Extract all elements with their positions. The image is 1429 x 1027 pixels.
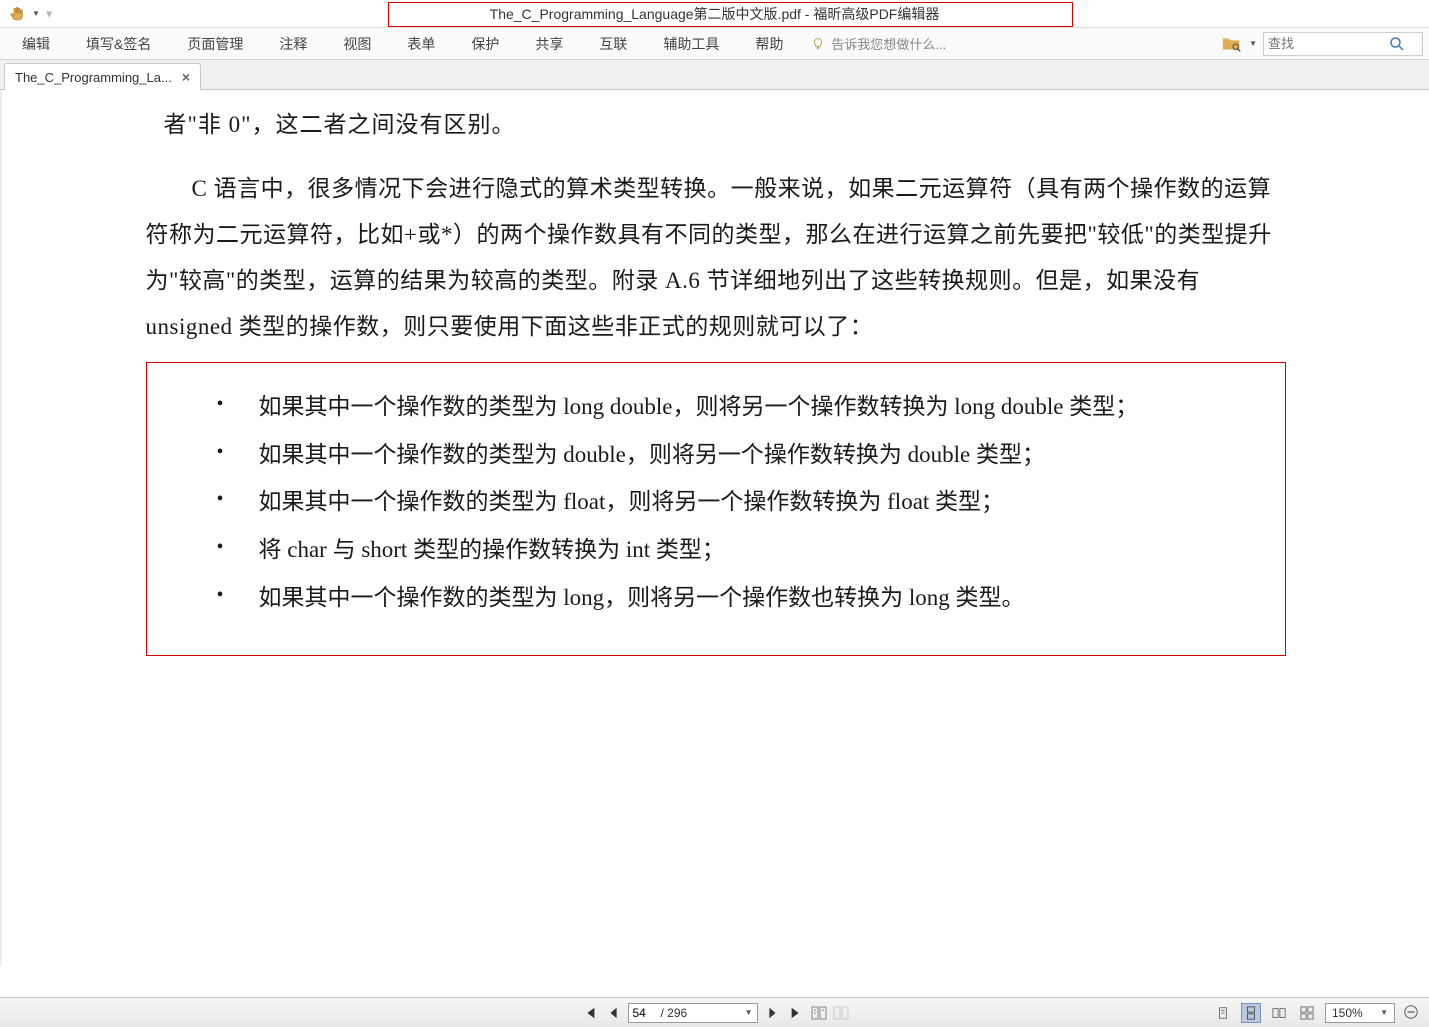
- window-title: The_C_Programming_Language第二版中文版.pdf - 福…: [490, 4, 940, 24]
- menu-protect[interactable]: 保护: [453, 28, 517, 60]
- dropdown-arrow-icon[interactable]: ▼: [1249, 39, 1257, 48]
- single-page-view-button[interactable]: [1213, 1003, 1233, 1023]
- paragraph-body: C 语言中，很多情况下会进行隐式的算术类型转换。一般来说，如果二元运算符（具有两…: [146, 166, 1286, 350]
- tell-me-label: 告诉我您想做什么...: [831, 34, 946, 53]
- continuous-view-button[interactable]: [1241, 1003, 1261, 1023]
- page-layout-icon-1[interactable]: [810, 1004, 828, 1022]
- search-input[interactable]: [1268, 36, 1388, 51]
- next-page-button[interactable]: [762, 1003, 782, 1023]
- dropdown-arrow-icon[interactable]: ▼: [32, 9, 40, 18]
- document-tab[interactable]: The_C_Programming_La... ×: [4, 63, 201, 90]
- page-navigation: / 296 ▼: [580, 1003, 850, 1023]
- menu-fill-sign[interactable]: 填写&签名: [68, 28, 169, 60]
- menu-share[interactable]: 共享: [517, 28, 581, 60]
- folder-search-icon[interactable]: [1221, 34, 1243, 54]
- menu-comment[interactable]: 注释: [261, 28, 325, 60]
- close-icon[interactable]: ×: [182, 69, 190, 85]
- menu-view[interactable]: 视图: [325, 28, 389, 60]
- search-box[interactable]: [1263, 32, 1423, 56]
- status-bar: / 296 ▼ 150% ▼: [0, 997, 1429, 1027]
- rule-item: 如果其中一个操作数的类型为 double，则将另一个操作数转换为 double …: [207, 433, 1255, 477]
- truncated-text-line: 者"非 0"，这二者之间没有区别。: [146, 102, 1286, 148]
- page-layout-icon-2[interactable]: [832, 1004, 850, 1022]
- menu-accessibility[interactable]: 辅助工具: [645, 28, 737, 60]
- last-page-button[interactable]: [786, 1003, 806, 1023]
- rule-item: 如果其中一个操作数的类型为 long double，则将另一个操作数转换为 lo…: [207, 385, 1255, 429]
- tab-label: The_C_Programming_La...: [15, 70, 172, 85]
- first-page-button[interactable]: [580, 1003, 600, 1023]
- prev-page-button[interactable]: [604, 1003, 624, 1023]
- bulb-icon: [811, 37, 825, 51]
- rule-item: 将 char 与 short 类型的操作数转换为 int 类型；: [207, 528, 1255, 572]
- zoom-level-box[interactable]: 150% ▼: [1325, 1003, 1395, 1023]
- zoom-value: 150%: [1332, 1006, 1363, 1020]
- menu-edit[interactable]: 编辑: [4, 28, 68, 60]
- tab-bar: The_C_Programming_La... ×: [0, 60, 1429, 90]
- search-icon[interactable]: [1388, 35, 1406, 53]
- document-viewport[interactable]: 者"非 0"，这二者之间没有区别。 C 语言中，很多情况下会进行隐式的算术类型转…: [0, 90, 1429, 965]
- zoom-out-button[interactable]: [1403, 1004, 1421, 1022]
- page-total-label: / 296: [661, 1006, 688, 1020]
- two-page-view-button[interactable]: [1269, 1003, 1289, 1023]
- hand-tool-icon[interactable]: [8, 5, 26, 23]
- page-number-box[interactable]: / 296 ▼: [628, 1003, 758, 1023]
- menu-help[interactable]: 帮助: [737, 28, 801, 60]
- menu-page-manage[interactable]: 页面管理: [169, 28, 261, 60]
- tell-me-search[interactable]: 告诉我您想做什么...: [801, 30, 956, 57]
- menu-form[interactable]: 表单: [389, 28, 453, 60]
- two-page-continuous-button[interactable]: [1297, 1003, 1317, 1023]
- title-bar: ▼ ▾ The_C_Programming_Language第二版中文版.pdf…: [0, 0, 1429, 28]
- chevron-down-icon[interactable]: ▼: [745, 1008, 753, 1017]
- menu-bar: 编辑 填写&签名 页面管理 注释 视图 表单 保护 共享 互联 辅助工具 帮助 …: [0, 28, 1429, 60]
- chevron-down-icon[interactable]: ▼: [1380, 1008, 1388, 1017]
- menu-connect[interactable]: 互联: [581, 28, 645, 60]
- rule-item: 如果其中一个操作数的类型为 float，则将另一个操作数转换为 float 类型…: [207, 480, 1255, 524]
- rule-item: 如果其中一个操作数的类型为 long，则将另一个操作数也转换为 long 类型。: [207, 576, 1255, 620]
- pdf-page: 者"非 0"，这二者之间没有区别。 C 语言中，很多情况下会进行隐式的算术类型转…: [126, 90, 1306, 708]
- separator: ▾: [46, 6, 53, 22]
- page-number-input[interactable]: [633, 1006, 661, 1020]
- highlighted-rules-box: 如果其中一个操作数的类型为 long double，则将另一个操作数转换为 lo…: [146, 362, 1286, 656]
